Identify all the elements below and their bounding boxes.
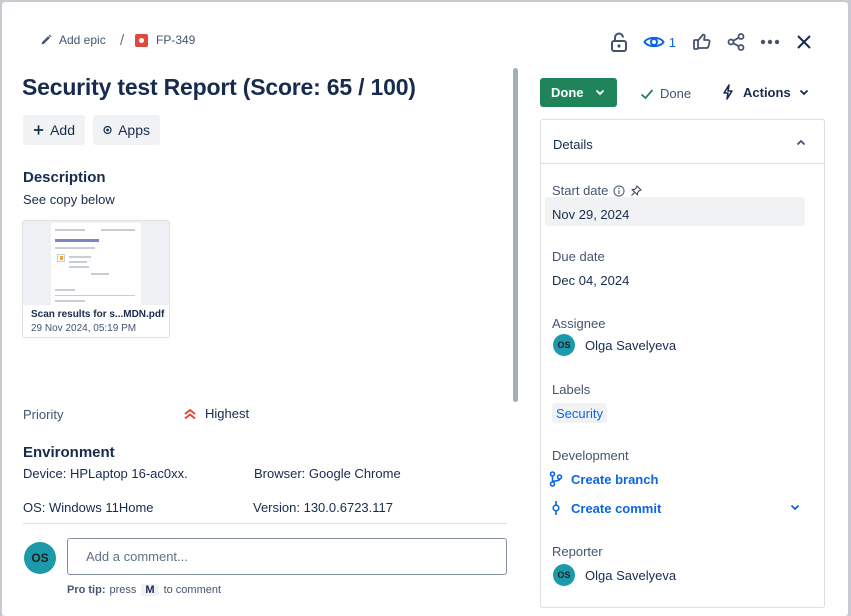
priority-value: Highest xyxy=(205,406,250,421)
resolution-value: Done xyxy=(660,86,692,101)
actions-label: Actions xyxy=(743,84,791,100)
assignee-name: Olga Savelyeva xyxy=(585,337,677,353)
vote-button[interactable] xyxy=(688,28,716,56)
start-date-value: Nov 29, 2024 xyxy=(552,207,630,222)
apps-button-label: Apps xyxy=(118,122,150,138)
create-commit-link[interactable]: Create commit xyxy=(549,500,661,516)
protip-key: M xyxy=(141,584,159,596)
lightning-icon xyxy=(723,84,733,100)
issue-modal: Add epic / FP-349 1 Security test Report… xyxy=(2,2,848,616)
more-icon xyxy=(760,39,780,45)
start-date-label-text: Start date xyxy=(552,183,609,198)
due-date-value[interactable]: Dec 04, 2024 xyxy=(552,273,629,288)
watch-count: 1 xyxy=(668,34,676,50)
due-date-label: Due date xyxy=(552,249,605,264)
comment-protip: Pro tip: press M to comment xyxy=(67,584,221,596)
breadcrumb-separator: / xyxy=(120,32,125,49)
bug-icon xyxy=(135,33,148,47)
protip-label: Pro tip: xyxy=(67,584,106,596)
description-heading: Description xyxy=(23,169,106,186)
chevron-down-icon xyxy=(595,89,605,96)
environment-heading: Environment xyxy=(23,444,115,461)
issue-main-column: Security test Report (Score: 65 / 100) A… xyxy=(2,62,522,616)
avatar: OS xyxy=(553,334,575,356)
add-epic-link[interactable]: Add epic xyxy=(39,33,106,47)
avatar: OS xyxy=(553,564,575,586)
env-device: Device: HPLaptop 16-ac0xx. xyxy=(23,466,188,481)
env-browser: Browser: Google Chrome xyxy=(254,466,401,481)
details-panel: Details Start date Nov 29, 2024 Due date… xyxy=(540,119,825,608)
header-actions: 1 xyxy=(599,28,818,56)
labels-label: Labels xyxy=(552,382,591,397)
plus-icon xyxy=(33,125,44,135)
check-icon xyxy=(640,88,654,99)
add-button-label: Add xyxy=(50,122,75,138)
priority-label: Priority xyxy=(23,407,64,422)
apps-icon xyxy=(103,125,112,135)
share-button[interactable] xyxy=(722,28,750,56)
assignee-label: Assignee xyxy=(552,316,606,331)
chevron-down-icon xyxy=(799,89,808,95)
attachment-filename: Scan results for s...MDN.pdf xyxy=(31,309,165,320)
add-button[interactable]: Add xyxy=(23,115,85,145)
share-icon xyxy=(727,33,745,51)
create-branch-label: Create branch xyxy=(571,471,659,487)
status-button-label: Done xyxy=(551,85,584,100)
info-icon xyxy=(613,184,625,197)
main-scrollbar[interactable] xyxy=(513,68,518,402)
create-commit-label: Create commit xyxy=(571,500,662,516)
details-title: Details xyxy=(553,137,593,152)
resolution-indicator: Done xyxy=(640,86,691,101)
add-epic-label: Add epic xyxy=(59,33,106,47)
development-label: Development xyxy=(552,448,629,463)
chevron-down-icon[interactable] xyxy=(790,504,800,511)
reporter-field[interactable]: OS Olga Savelyeva xyxy=(553,564,676,586)
protip-press: press xyxy=(109,584,137,596)
label-security[interactable]: Security xyxy=(552,403,607,423)
assignee-field[interactable]: OS Olga Savelyeva xyxy=(553,334,676,356)
branch-icon xyxy=(549,471,563,487)
attachment-date: 29 Nov 2024, 05:19 PM xyxy=(31,323,137,334)
divider xyxy=(23,523,507,524)
status-button[interactable]: Done xyxy=(540,78,617,107)
priority-highest-icon xyxy=(184,408,196,419)
lock-button[interactable] xyxy=(605,28,633,56)
env-version: Version: 130.0.6723.117 xyxy=(253,500,393,515)
actions-button[interactable]: Actions xyxy=(722,84,809,100)
comment-input[interactable]: Add a comment... xyxy=(67,538,507,575)
watch-button[interactable]: 1 xyxy=(643,34,676,50)
pencil-icon xyxy=(41,34,52,45)
attachment-card[interactable]: Scan results for s...MDN.pdf 29 Nov 2024… xyxy=(22,220,170,338)
comment-avatar: OS xyxy=(24,542,56,574)
chevron-up-icon xyxy=(796,139,806,146)
more-actions-button[interactable] xyxy=(756,28,784,56)
attachment-thumbnail xyxy=(23,221,169,305)
issue-key-link[interactable]: FP-349 xyxy=(135,33,195,47)
unlock-icon xyxy=(610,32,627,52)
close-button[interactable] xyxy=(790,28,818,56)
issue-key: FP-349 xyxy=(156,33,196,47)
issue-title[interactable]: Security test Report (Score: 65 / 100) xyxy=(22,74,416,101)
reporter-name: Olga Savelyeva xyxy=(585,567,677,583)
commit-icon xyxy=(552,501,560,515)
pdf-preview-image xyxy=(51,223,141,305)
close-icon xyxy=(797,35,811,49)
details-header[interactable]: Details xyxy=(541,120,824,164)
apps-button[interactable]: Apps xyxy=(93,115,160,145)
priority-field[interactable]: Highest xyxy=(183,406,249,421)
thumbs-up-icon xyxy=(693,33,711,50)
reporter-label: Reporter xyxy=(552,544,603,559)
env-os: OS: Windows 11Home xyxy=(23,500,154,515)
eye-icon xyxy=(643,36,665,48)
pin-icon[interactable] xyxy=(630,184,642,197)
description-text[interactable]: See copy below xyxy=(23,192,115,207)
start-date-label: Start date xyxy=(552,183,642,198)
create-branch-link[interactable]: Create branch xyxy=(549,471,658,487)
protip-suffix: to comment xyxy=(163,584,222,596)
